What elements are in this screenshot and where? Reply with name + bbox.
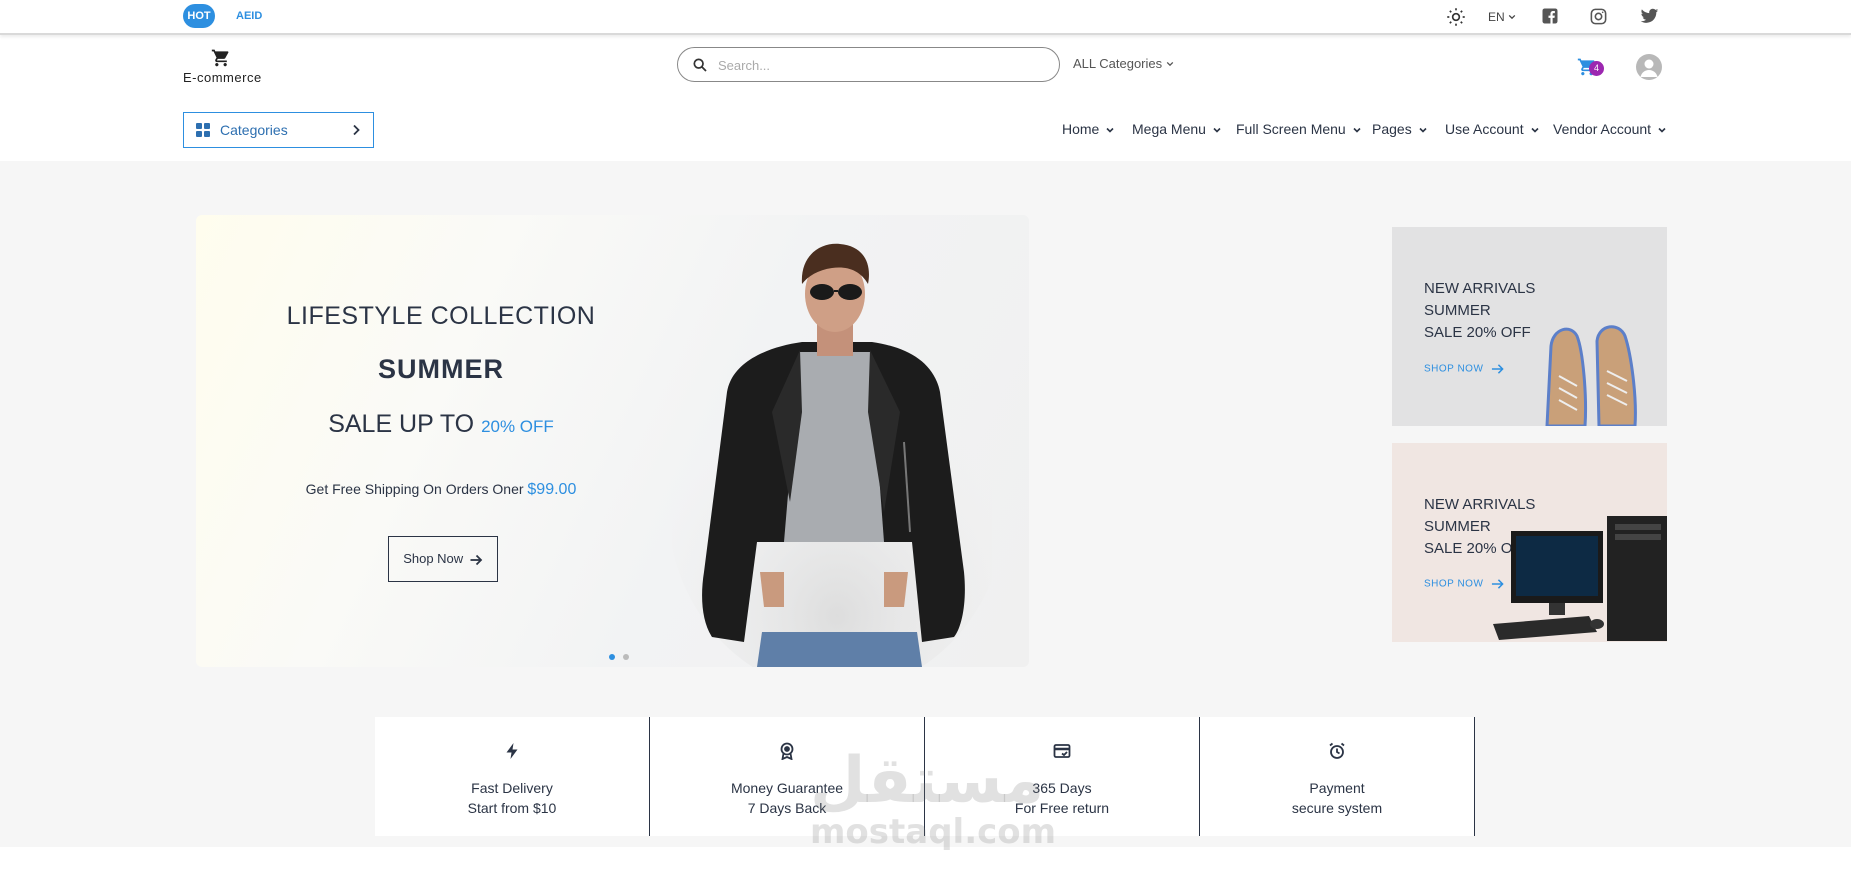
computer-image <box>1493 516 1667 641</box>
service-money-guarantee: Money Guarantee 7 Days Back <box>650 717 925 836</box>
promo-shop-now-label: SHOP NOW <box>1424 578 1484 590</box>
language-label: EN <box>1488 10 1505 24</box>
nav-mega-menu-label: Mega Menu <box>1132 121 1206 137</box>
chevron-down-icon <box>1419 128 1427 133</box>
nav-full-screen-menu-label: Full Screen Menu <box>1236 121 1346 137</box>
nav-use-account[interactable]: Use Account <box>1445 121 1540 137</box>
service-subtitle: 7 Days Back <box>747 800 827 816</box>
carousel-dot[interactable] <box>623 654 629 660</box>
search-box[interactable] <box>677 47 1060 82</box>
promo-line-1: NEW ARRIVALS <box>1424 280 1536 297</box>
chevron-down-icon <box>1353 128 1361 133</box>
chevron-down-icon <box>1508 14 1516 20</box>
nav-full-screen-menu[interactable]: Full Screen Menu <box>1236 121 1362 137</box>
nav-vendor-account-label: Vendor Account <box>1553 121 1652 137</box>
top-bar: HOT AEID EN <box>0 0 1851 35</box>
categories-label: Categories <box>220 122 288 138</box>
hero-sale-text: SALE UP TO <box>328 410 475 438</box>
credit-card-icon <box>1053 744 1071 758</box>
cart-count-badge: 4 <box>1589 61 1604 76</box>
nav-pages[interactable]: Pages <box>1372 121 1428 137</box>
service-title: Money Guarantee <box>730 780 844 796</box>
avatar[interactable] <box>1636 54 1662 80</box>
all-categories-dropdown[interactable]: ALL Categories <box>1073 56 1174 71</box>
shop-now-label: Shop Now <box>403 551 464 567</box>
service-title: Fast Delivery <box>471 780 553 796</box>
alarm-clock-icon <box>1329 742 1345 759</box>
hero-shipping-price: $99.00 <box>527 481 577 498</box>
promo-shop-now-link[interactable]: SHOP NOW <box>1424 363 1504 375</box>
service-title: Payment <box>1309 780 1365 796</box>
chevron-down-icon <box>1166 61 1174 67</box>
sun-icon[interactable] <box>1446 7 1466 27</box>
logo-text[interactable]: E-commerce <box>183 70 262 85</box>
nav-use-account-label: Use Account <box>1445 121 1524 137</box>
promo-shop-now-label: SHOP NOW <box>1424 363 1484 375</box>
promo-line-1: NEW ARRIVALS <box>1424 496 1536 513</box>
categories-button[interactable]: Categories <box>183 112 374 148</box>
nav-home[interactable]: Home <box>1062 121 1115 137</box>
aeid-link[interactable]: AEID <box>236 10 262 22</box>
chevron-right-icon <box>353 124 360 136</box>
promo-card-computer[interactable]: NEW ARRIVALS SUMMER SALE 20% OFF SHOP NO… <box>1392 443 1667 642</box>
service-subtitle: secure system <box>1291 800 1383 816</box>
service-payment: Payment secure system <box>1200 717 1475 836</box>
hero-shipping-text: Get Free Shipping On Orders Oner <box>305 481 524 497</box>
arrow-right-icon <box>470 554 483 565</box>
hot-badge[interactable]: HOT <box>183 4 215 28</box>
user-icon <box>1640 59 1658 77</box>
search-icon <box>693 58 707 72</box>
grid-icon <box>196 123 210 137</box>
promo-line-2: SUMMER <box>1424 518 1491 535</box>
service-free-return: 365 Days For Free return <box>925 717 1200 836</box>
logo-cart-icon[interactable] <box>211 48 231 68</box>
hero-title: LIFESTYLE COLLECTION <box>286 302 596 330</box>
service-subtitle: Start from $10 <box>467 800 557 816</box>
service-subtitle: For Free return <box>1014 800 1110 816</box>
carousel-dot-active[interactable] <box>609 654 615 660</box>
promo-line-2: SUMMER <box>1424 302 1491 319</box>
promo-line-3: SALE 20% OFF <box>1424 324 1531 341</box>
hero-sale-accent: 20% OFF <box>481 417 554 436</box>
chevron-down-icon <box>1658 128 1666 133</box>
award-icon <box>780 742 794 760</box>
hero-sale-line: SALE UP TO 20% OFF <box>196 410 686 439</box>
service-fast-delivery: Fast Delivery Start from $10 <box>375 717 650 836</box>
promo-card-shoes[interactable]: NEW ARRIVALS SUMMER SALE 20% OFF SHOP NO… <box>1392 227 1667 426</box>
nav-vendor-account[interactable]: Vendor Account <box>1553 121 1667 137</box>
language-selector[interactable]: EN <box>1488 10 1516 24</box>
shoes-image <box>1545 325 1637 426</box>
nav-pages-label: Pages <box>1372 121 1412 137</box>
service-title: 365 Days <box>1032 780 1092 796</box>
hero-subtitle: SUMMER <box>378 354 504 384</box>
services-strip: Fast Delivery Start from $10 Money Guara… <box>375 717 1475 836</box>
hero-model-image <box>672 243 992 667</box>
nav-home-label: Home <box>1062 121 1100 137</box>
instagram-icon[interactable] <box>1589 7 1608 26</box>
search-input[interactable] <box>718 54 1038 76</box>
shop-now-button[interactable]: Shop Now <box>388 536 498 582</box>
nav-mega-menu[interactable]: Mega Menu <box>1132 121 1222 137</box>
twitter-icon[interactable] <box>1640 8 1659 25</box>
arrow-right-icon <box>1491 364 1504 374</box>
chevron-down-icon <box>1106 128 1114 133</box>
all-categories-label: ALL Categories <box>1073 56 1163 71</box>
chevron-down-icon <box>1531 128 1539 133</box>
hero-shipping-line: Get Free Shipping On Orders Oner $99.00 <box>196 481 686 499</box>
chevron-down-icon <box>1213 128 1221 133</box>
lightning-icon <box>506 743 518 759</box>
facebook-icon[interactable] <box>1541 7 1559 25</box>
